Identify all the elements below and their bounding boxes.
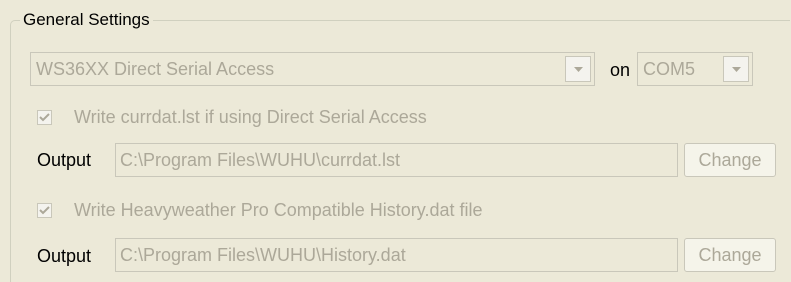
write-currdat-label: Write currdat.lst if using Direct Serial… <box>74 107 427 127</box>
history-path-field[interactable]: C:\Program Files\WUHU\History.dat <box>115 238 678 272</box>
group-title: General Settings <box>20 8 153 32</box>
check-icon <box>39 113 50 122</box>
port-select[interactable]: COM5 <box>637 52 753 86</box>
on-label: on <box>610 60 631 80</box>
currdat-output-label: Output <box>37 150 92 170</box>
currdat-path-field[interactable]: C:\Program Files\WUHU\currdat.lst <box>115 143 678 177</box>
device-select-value: WS36XX Direct Serial Access <box>36 59 275 79</box>
write-history-checkbox[interactable] <box>37 203 52 218</box>
currdat-path-value: C:\Program Files\WUHU\currdat.lst <box>120 150 401 170</box>
port-select-value: COM5 <box>643 59 696 79</box>
write-currdat-checkbox[interactable] <box>37 110 52 125</box>
history-change-button[interactable]: Change <box>684 238 776 272</box>
device-dropdown-button[interactable] <box>565 56 591 82</box>
history-output-label: Output <box>37 246 92 266</box>
chevron-down-icon <box>574 67 583 72</box>
check-icon <box>39 206 50 215</box>
port-dropdown-button[interactable] <box>723 56 749 82</box>
write-history-label: Write Heavyweather Pro Compatible Histor… <box>74 200 483 220</box>
device-select[interactable]: WS36XX Direct Serial Access <box>30 52 595 86</box>
history-path-value: C:\Program Files\WUHU\History.dat <box>120 245 406 265</box>
chevron-down-icon <box>732 67 741 72</box>
currdat-change-button[interactable]: Change <box>684 143 776 177</box>
